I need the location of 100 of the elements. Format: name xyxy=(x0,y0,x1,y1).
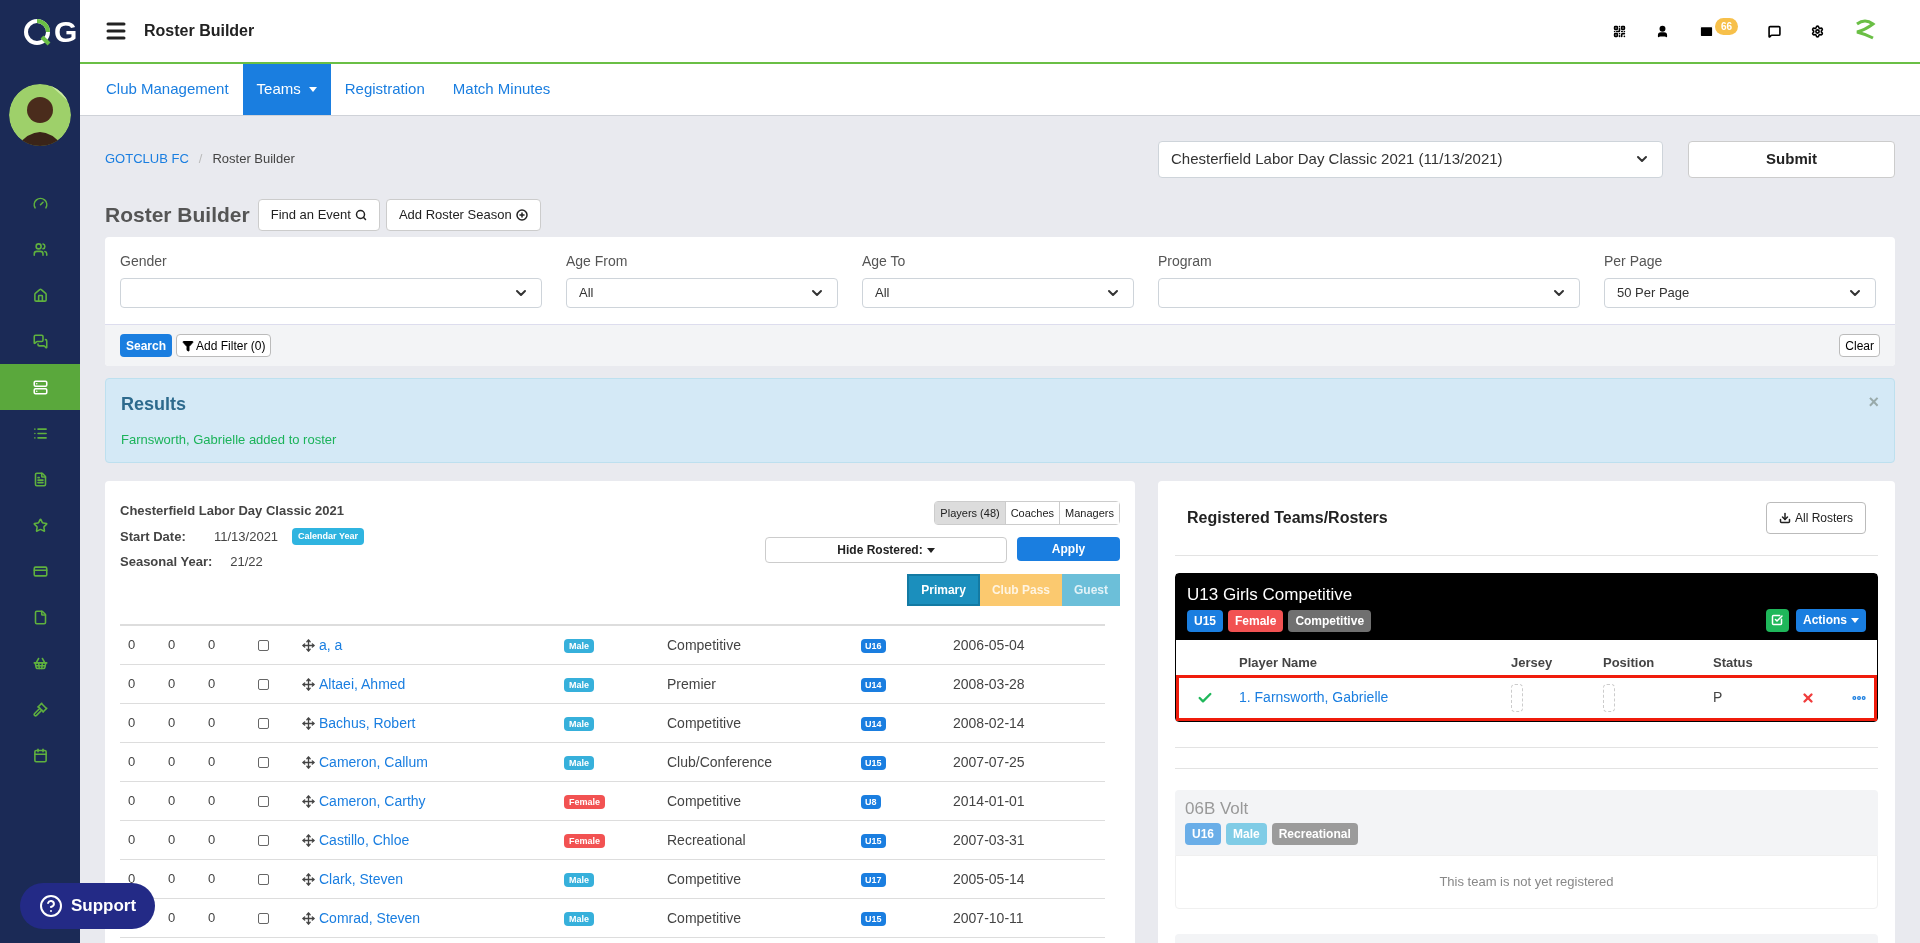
pass-type-toggle[interactable]: Primary xyxy=(907,574,980,606)
birth-date-cell-text: 2005-05-14 xyxy=(953,869,1025,889)
player-link[interactable]: Cameron, Callum xyxy=(319,751,564,773)
filter-select[interactable]: 50 Per Page xyxy=(1604,278,1876,308)
birth-date-cell-text: 2008-03-28 xyxy=(953,674,1025,694)
gender-badge: Female xyxy=(564,834,606,849)
player-link[interactable]: 1. Farnsworth, Gabrielle xyxy=(1239,687,1511,708)
section-heading: Roster Builder xyxy=(105,202,250,229)
row-checkbox[interactable] xyxy=(258,795,269,807)
breadcrumb-link[interactable]: GOTCLUB FC xyxy=(105,149,189,169)
role-tab[interactable]: Managers xyxy=(1059,502,1119,524)
actions-button[interactable]: Actions xyxy=(1796,608,1866,632)
program-cell-text: Recreational xyxy=(667,830,747,850)
birth-date-cell-text: 2008-02-14 xyxy=(953,713,1025,733)
row-checkbox[interactable] xyxy=(258,678,269,690)
gender-badge: Male xyxy=(564,678,594,693)
jersey-field[interactable] xyxy=(1511,683,1523,712)
chat-icon xyxy=(32,333,48,349)
checkbox-icon xyxy=(1771,614,1784,626)
logo-icon xyxy=(22,17,52,47)
column-header: Player Name xyxy=(1239,654,1319,672)
table-cell-text: 0 xyxy=(128,675,136,694)
table-cell-text: 0 xyxy=(128,753,136,772)
nav-tab[interactable]: Teams xyxy=(242,64,331,115)
qr-code-icon[interactable] xyxy=(1612,24,1626,38)
filter-select[interactable]: All xyxy=(566,278,838,308)
basket-icon xyxy=(32,655,48,671)
search-button[interactable]: Search xyxy=(120,334,173,357)
row-checkbox[interactable] xyxy=(258,912,269,924)
team-status-message: This team is not yet registered xyxy=(1439,873,1614,892)
player-link[interactable]: Castillo, Chloe xyxy=(319,829,564,851)
clear-button[interactable]: Clear xyxy=(1839,334,1880,357)
row-checkbox[interactable] xyxy=(258,639,269,651)
results-message: Farnsworth, Gabrielle added to roster xyxy=(121,431,338,449)
seasonal-year-label: Seasonal Year: xyxy=(120,553,213,571)
program-cell-text: Competitive xyxy=(667,713,742,733)
nav-tab[interactable]: Club Management xyxy=(92,64,243,115)
team-name: 06B Volt xyxy=(1185,797,1250,820)
year-badge: Calendar Year xyxy=(292,527,364,545)
breadcrumb-current: Roster Builder xyxy=(212,150,295,169)
position-field[interactable] xyxy=(1603,683,1615,712)
approve-button[interactable] xyxy=(1766,608,1789,632)
download-icon xyxy=(1779,512,1791,524)
move-icon[interactable] xyxy=(302,872,315,886)
player-link[interactable]: a, a xyxy=(319,634,564,656)
player-link[interactable]: Altaei, Ahmed xyxy=(319,673,564,695)
filter-select[interactable]: All xyxy=(862,278,1134,308)
row-checkbox[interactable] xyxy=(258,834,269,846)
table-cell-text: 0 xyxy=(207,870,217,889)
add-filter-button[interactable]: Add Filter (0) xyxy=(176,334,272,357)
move-icon[interactable] xyxy=(302,755,315,769)
program-cell-text: Premier xyxy=(667,674,717,694)
user-icon[interactable] xyxy=(1655,24,1669,38)
table-cell-text: 0 xyxy=(167,831,177,850)
mail-badge: 66 xyxy=(1714,17,1738,35)
player-link[interactable]: Clark, Steven xyxy=(319,868,564,890)
all-rosters-button[interactable]: All Rosters xyxy=(1766,502,1866,534)
move-icon[interactable] xyxy=(302,833,315,847)
table-cell-text: 0 xyxy=(167,870,177,889)
row-checkbox[interactable] xyxy=(258,873,269,885)
rosters-title: Registered Teams/Rosters xyxy=(1187,508,1388,528)
table-cell-text: 0 xyxy=(167,792,177,811)
nav-tab[interactable]: Match Minutes xyxy=(438,64,565,115)
header-button[interactable]: Find an Event xyxy=(257,199,380,231)
player-link[interactable]: Comrad, Steven xyxy=(319,907,564,929)
player-link[interactable]: Bachus, Robert xyxy=(319,712,564,734)
filter-label: Gender xyxy=(120,252,168,271)
move-icon[interactable] xyxy=(302,911,315,925)
move-icon[interactable] xyxy=(302,677,315,691)
chat-icon[interactable] xyxy=(1768,24,1781,38)
team-tag: U15 xyxy=(1187,609,1223,632)
move-icon[interactable] xyxy=(302,716,315,730)
hide-rostered-dropdown[interactable]: Hide Rostered: xyxy=(765,537,1007,563)
page-title: Roster Builder xyxy=(144,21,255,41)
settings-icon[interactable] xyxy=(1811,24,1824,38)
move-icon[interactable] xyxy=(302,794,315,808)
home-icon xyxy=(32,287,48,303)
header-button[interactable]: Add Roster Season xyxy=(385,199,541,231)
event-select[interactable]: Chesterfield Labor Day Classic 2021 (11/13/2021) xyxy=(1158,140,1663,178)
calendar-icon xyxy=(32,747,48,763)
team-tag: Male xyxy=(1226,823,1267,845)
gender-badge: Male xyxy=(564,639,594,654)
role-tab[interactable]: Players (48) xyxy=(935,502,1005,524)
remove-icon[interactable] xyxy=(1801,690,1815,705)
gauge-icon xyxy=(32,195,48,211)
table-cell-text: 0 xyxy=(167,909,177,928)
nav-tab[interactable]: Registration xyxy=(330,64,439,115)
column-header: Status xyxy=(1713,654,1753,672)
row-checkbox[interactable] xyxy=(258,756,269,768)
move-icon[interactable] xyxy=(302,638,315,652)
table-cell-text: 0 xyxy=(167,675,177,694)
player-link[interactable]: Cameron, Carthy xyxy=(319,790,564,812)
row-checkbox[interactable] xyxy=(258,717,269,729)
submit-button[interactable]: Submit xyxy=(1688,140,1895,178)
support-button[interactable]: Support xyxy=(20,883,155,929)
filter-label: Age From xyxy=(566,252,629,271)
gender-badge: Male xyxy=(564,756,594,771)
team-tag: Female xyxy=(1228,609,1284,632)
apply-button[interactable]: Apply xyxy=(1017,537,1120,561)
gender-badge: Male xyxy=(564,717,594,732)
